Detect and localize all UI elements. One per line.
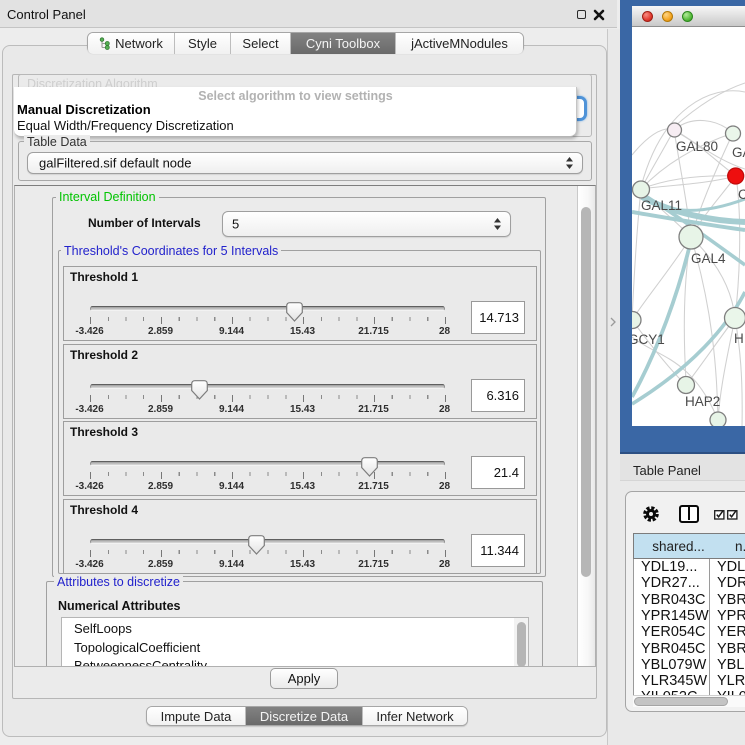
- svg-text:GAL80: GAL80: [676, 139, 718, 154]
- svg-text:HAP2: HAP2: [685, 394, 720, 409]
- svg-text:C: C: [738, 187, 745, 202]
- svg-text:GA: GA: [732, 145, 745, 160]
- svg-text:GAL11: GAL11: [641, 198, 682, 213]
- svg-text:GAL4: GAL4: [691, 251, 726, 266]
- svg-text:GCY1: GCY1: [632, 332, 665, 347]
- svg-text:H: H: [734, 331, 744, 346]
